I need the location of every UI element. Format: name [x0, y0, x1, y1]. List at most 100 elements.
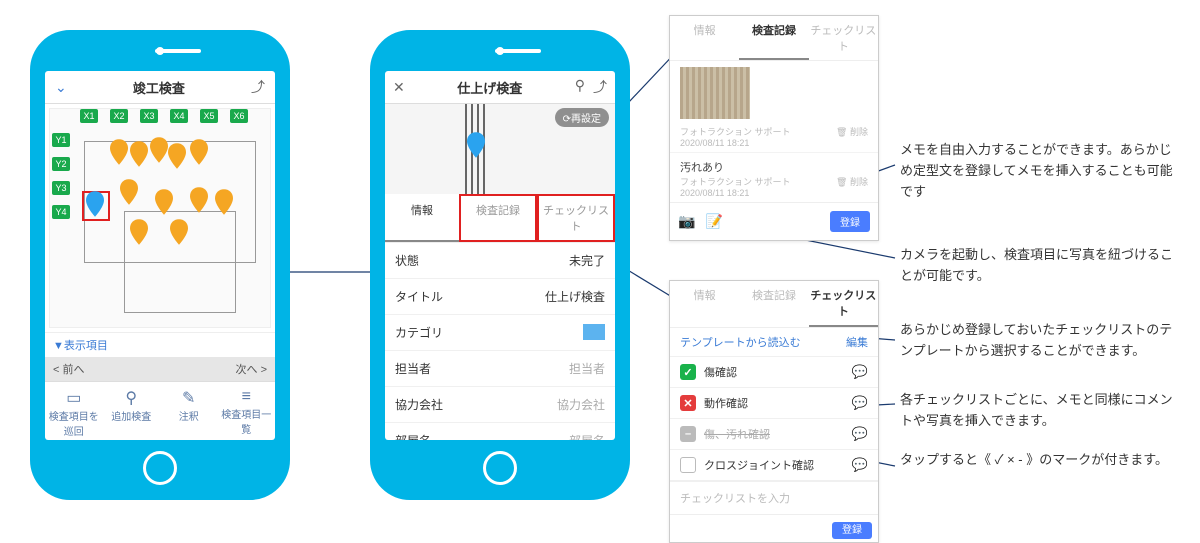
edit-link[interactable]: 編集 — [846, 334, 868, 350]
inspection-record-panel: 情報 検査記録 チェックリスト フォトラクション サポート 2020/08/11… — [669, 15, 879, 241]
field-room[interactable]: 部屋名部屋名 — [385, 423, 615, 440]
record-timestamp: 2020/08/11 18:21 — [680, 138, 791, 148]
panel-tab-record[interactable]: 検査記録 — [739, 16, 808, 60]
floorplan-area[interactable]: X1 X2 X3 X4 X5 X6 Y1 Y2 Y3 Y4 — [49, 108, 271, 328]
annotation-camera: カメラを起動し、検査項目に写真を紐づけることが可能です。 — [900, 245, 1180, 287]
check-mark-empty[interactable] — [680, 457, 696, 473]
back-chevron-icon[interactable]: ⌄ — [55, 79, 67, 96]
checklist-item-label: 傷確認 — [704, 364, 737, 380]
checklist-item-label: クロスジョイント確認 — [704, 457, 814, 473]
camera-icon[interactable]: 📷 — [678, 213, 695, 230]
home-button[interactable] — [483, 451, 517, 485]
register-button[interactable]: 登録 — [832, 522, 872, 539]
comment-icon[interactable]: 💬 — [852, 364, 868, 380]
pin-marker[interactable] — [215, 189, 233, 215]
pager-prev[interactable]: < 前へ — [53, 361, 84, 377]
record-photo-thumbnail[interactable] — [680, 67, 750, 119]
minimap-pin — [467, 132, 485, 158]
field-category[interactable]: カテゴリ — [385, 315, 615, 351]
pin-marker[interactable] — [190, 187, 208, 213]
close-icon[interactable]: ✕ — [393, 79, 405, 96]
pager: < 前へ 次へ > — [45, 357, 275, 381]
pin-marker[interactable] — [150, 137, 168, 163]
pin-marker[interactable] — [190, 139, 208, 165]
share-icon[interactable]: ⤴ — [593, 77, 607, 97]
pager-next[interactable]: 次へ > — [236, 361, 267, 377]
phone-frame-floorplan: ⌄ 竣工検査 ⤴ X1 X2 X3 X4 X5 X6 Y1 Y2 Y3 Y4 — [30, 30, 290, 500]
record-author: フォトラクション サポート — [680, 125, 791, 138]
display-items-toggle[interactable]: ▼表示項目 — [45, 332, 275, 357]
pin-icon: ⚲ — [103, 388, 161, 408]
record-meta-1: フォトラクション サポート 2020/08/11 18:21 🗑 削除 — [670, 125, 878, 153]
axis-y-labels: Y1 Y2 Y3 Y4 — [52, 133, 70, 219]
tool-list[interactable]: ≡検査項目一覧 — [218, 382, 276, 440]
comment-icon[interactable]: 💬 — [852, 426, 868, 442]
field-assignee[interactable]: 担当者担当者 — [385, 351, 615, 387]
panel-tab-record[interactable]: 検査記録 — [739, 281, 808, 327]
phone2-title: 仕上げ検査 — [457, 78, 522, 97]
check-mark-ng[interactable]: ✕ — [680, 395, 696, 411]
panel-tab-checklist[interactable]: チェックリスト — [809, 281, 878, 327]
comment-icon[interactable]: 💬 — [852, 457, 868, 473]
pin-marker[interactable] — [130, 141, 148, 167]
pin-marker[interactable] — [155, 189, 173, 215]
phone2-header: ✕ 仕上げ検査 ⚲ ⤴ — [385, 71, 615, 104]
check-mark-ok[interactable]: ✓ — [680, 364, 696, 380]
minimap[interactable]: ⟳再設定 — [385, 104, 615, 194]
checklist-item: ✓ 傷確認 💬 — [670, 357, 878, 388]
comment-icon[interactable]: 💬 — [852, 395, 868, 411]
annotation-comment: 各チェックリストごとに、メモと同様にコメントや写真を挿入できます。 — [900, 390, 1180, 432]
reconfigure-button[interactable]: ⟳再設定 — [555, 108, 609, 127]
pin-selected[interactable] — [86, 191, 104, 217]
tool-annotate[interactable]: ✎注釈 — [160, 382, 218, 440]
checklist-item: ✕ 動作確認 💬 — [670, 388, 878, 419]
field-title[interactable]: タイトル仕上げ検査 — [385, 279, 615, 315]
pin-outline-icon[interactable]: ⚲ — [575, 77, 585, 97]
annotation-template: あらかじめ登録しておいたチェックリストのテンプレートから選択することができます。 — [900, 320, 1180, 362]
pin-marker[interactable] — [170, 219, 188, 245]
load-template-link[interactable]: テンプレートから読込む — [680, 334, 801, 350]
memo-icon[interactable]: 📝 — [705, 213, 722, 230]
checklist-input[interactable]: チェックリストを入力 — [670, 481, 878, 514]
field-status[interactable]: 状態未完了 — [385, 243, 615, 279]
category-color-chip — [583, 324, 605, 340]
pin-marker[interactable] — [120, 179, 138, 205]
delete-link[interactable]: 🗑 削除 — [836, 175, 868, 198]
pencil-icon: ✎ — [160, 388, 218, 408]
record-note-text: 汚れあり — [670, 153, 878, 175]
tab-record-highlighted[interactable]: 検査記録 — [459, 194, 537, 242]
panel-tab-info[interactable]: 情報 — [670, 281, 739, 327]
checklist-item-label: 動作確認 — [704, 395, 748, 411]
annotation-tap-mark: タップすると《 ✓ × - 》のマークが付きます。 — [900, 450, 1180, 471]
checklist-item: –傷、汚れ確認 💬 — [670, 419, 878, 450]
tool-route[interactable]: ▭検査項目を巡回 — [45, 382, 103, 440]
detail-tabs: 情報 検査記録 チェックリスト — [385, 194, 615, 243]
home-button[interactable] — [143, 451, 177, 485]
checklist-item-label: 傷、汚れ確認 — [704, 426, 770, 442]
phone1-header: ⌄ 竣工検査 ⤴ — [45, 71, 275, 104]
route-icon: ▭ — [45, 388, 103, 408]
record-author: フォトラクション サポート — [680, 175, 791, 188]
panel-tab-checklist[interactable]: チェックリスト — [809, 16, 878, 60]
record-timestamp: 2020/08/11 18:21 — [680, 188, 791, 198]
pin-marker[interactable] — [168, 143, 186, 169]
phone1-title: 竣工検査 — [133, 78, 185, 97]
delete-link[interactable]: 🗑 削除 — [836, 125, 868, 148]
field-partner[interactable]: 協力会社協力会社 — [385, 387, 615, 423]
register-button[interactable]: 登録 — [830, 211, 870, 232]
checklist-panel: 情報 検査記録 チェックリスト テンプレートから読込む 編集 ✓ 傷確認 💬 ✕ 動… — [669, 280, 879, 543]
tool-add-inspection[interactable]: ⚲追加検査 — [103, 382, 161, 440]
checklist-item: クロスジョイント確認 💬 — [670, 450, 878, 481]
pin-marker[interactable] — [110, 139, 128, 165]
tab-info[interactable]: 情報 — [385, 194, 459, 242]
record-meta-2: フォトラクション サポート 2020/08/11 18:21 🗑 削除 — [670, 175, 878, 202]
phone-frame-detail: ✕ 仕上げ検査 ⚲ ⤴ ⟳再設定 情報 検査記録 チェックリスト 状態未完了 タ… — [370, 30, 630, 500]
bottom-toolbar: ▭検査項目を巡回 ⚲追加検査 ✎注釈 ≡検査項目一覧 — [45, 381, 275, 440]
share-icon[interactable]: ⤴ — [251, 77, 265, 97]
annotation-memo: メモを自由入力することができます。あらかじめ定型文を登録してメモを挿入することも… — [900, 140, 1180, 202]
panel-tab-info[interactable]: 情報 — [670, 16, 739, 60]
check-mark-neutral[interactable]: – — [680, 426, 696, 442]
list-icon: ≡ — [218, 388, 276, 406]
pin-marker[interactable] — [130, 219, 148, 245]
tab-checklist-highlighted[interactable]: チェックリスト — [537, 194, 615, 242]
